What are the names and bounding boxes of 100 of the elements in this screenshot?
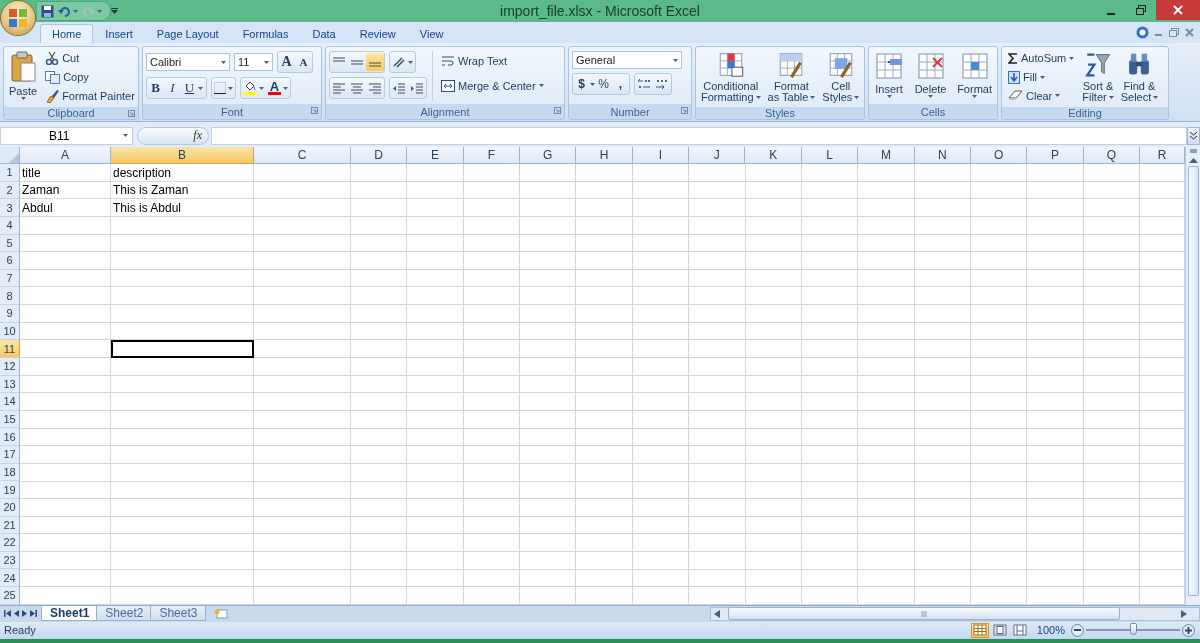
- number-format-dropdown[interactable]: General: [572, 51, 682, 69]
- column-header[interactable]: A: [19, 147, 111, 164]
- ribbon-tab[interactable]: Insert: [93, 24, 145, 43]
- column-header[interactable]: P: [1027, 147, 1084, 164]
- normal-view-button[interactable]: [970, 622, 989, 638]
- scroll-up-icon[interactable]: [1188, 157, 1198, 163]
- sheet-tab[interactable]: Sheet2: [96, 606, 153, 622]
- copy-button[interactable]: Copy: [42, 67, 138, 87]
- ribbon-tab[interactable]: Data: [300, 24, 348, 43]
- formula-input[interactable]: [211, 126, 1187, 145]
- column-header[interactable]: Q: [1083, 147, 1140, 164]
- clear-button[interactable]: Clear: [1005, 86, 1078, 105]
- grow-font-button[interactable]: A: [278, 53, 295, 71]
- cut-button[interactable]: Cut: [42, 49, 138, 68]
- ribbon-tab[interactable]: Home: [40, 24, 94, 43]
- fill-color-button[interactable]: [241, 79, 266, 97]
- shrink-font-button[interactable]: A: [295, 53, 312, 71]
- row-header[interactable]: 14: [0, 393, 20, 411]
- column-header[interactable]: D: [350, 147, 408, 164]
- column-header[interactable]: N: [914, 147, 971, 164]
- sheet-tab[interactable]: Sheet1: [41, 606, 99, 622]
- font-name-dropdown[interactable]: Calibri: [146, 53, 230, 71]
- cells-button[interactable]: Insert: [872, 49, 906, 102]
- office-button[interactable]: [1, 1, 35, 35]
- row-header[interactable]: 19: [0, 481, 20, 499]
- merge-center-button[interactable]: Merge & Center: [438, 76, 547, 95]
- table-cell[interactable]: This is Zaman: [111, 181, 254, 200]
- scroll-right-icon[interactable]: [1181, 609, 1187, 618]
- underline-button[interactable]: U: [181, 79, 198, 97]
- column-header[interactable]: G: [520, 147, 577, 164]
- column-header[interactable]: R: [1140, 147, 1185, 164]
- column-header[interactable]: C: [253, 147, 351, 164]
- expand-formula-button[interactable]: [1187, 126, 1200, 145]
- percent-button[interactable]: %: [595, 75, 612, 93]
- italic-button[interactable]: I: [164, 79, 181, 97]
- column-header[interactable]: J: [689, 147, 746, 164]
- ribbon-tab[interactable]: View: [407, 24, 456, 43]
- format-painter-button[interactable]: Format Painter: [42, 86, 138, 105]
- cells-button[interactable]: Delete: [912, 49, 949, 102]
- find-select-button[interactable]: Find & Select: [1118, 49, 1161, 105]
- column-header[interactable]: I: [632, 147, 690, 164]
- caret-icon: [1055, 94, 1061, 98]
- scroll-left-icon[interactable]: [714, 609, 720, 618]
- horizontal-scrollbar[interactable]: [710, 606, 1200, 621]
- previous-sheet-icon: [14, 610, 19, 618]
- zoom-out-button[interactable]: [1071, 623, 1084, 637]
- sheet-tab[interactable]: Sheet3: [150, 606, 207, 622]
- row-header[interactable]: 1: [0, 164, 20, 182]
- table-cell[interactable]: Zaman: [20, 181, 111, 200]
- fill-button[interactable]: Fill: [1005, 67, 1078, 87]
- table-cell[interactable]: title: [20, 164, 111, 182]
- bold-button[interactable]: B: [147, 79, 164, 97]
- table-cell[interactable]: description: [111, 164, 254, 182]
- name-box[interactable]: B11: [0, 126, 133, 145]
- ribbon-tab[interactable]: Formulas: [230, 24, 301, 43]
- styles-button[interactable]: Conditional Formatting: [699, 49, 763, 105]
- row-header[interactable]: 9: [0, 305, 20, 323]
- row-header[interactable]: 16: [0, 428, 20, 446]
- row-header[interactable]: 24: [0, 569, 20, 587]
- ribbon-tab[interactable]: Page Layout: [144, 24, 231, 43]
- zoom-level[interactable]: 100%: [1036, 624, 1065, 637]
- zoom-slider-thumb[interactable]: [1130, 623, 1137, 636]
- insert-function-button[interactable]: fx: [137, 126, 209, 145]
- cells-button[interactable]: Format: [955, 49, 994, 102]
- paste-button[interactable]: Paste: [7, 49, 40, 105]
- column-header[interactable]: F: [463, 147, 521, 164]
- page-break-view-button[interactable]: [1010, 622, 1029, 638]
- row-header[interactable]: 6: [0, 252, 20, 270]
- currency-button[interactable]: $: [573, 75, 590, 93]
- zoom-in-button[interactable]: [1182, 623, 1195, 637]
- font-size-dropdown[interactable]: 11: [234, 53, 273, 71]
- wrap-text-button[interactable]: Wrap Text: [438, 51, 547, 70]
- styles-button[interactable]: Format as Table: [765, 49, 818, 105]
- sort-filter-button[interactable]: Sort & Filter: [1080, 49, 1116, 105]
- row-header[interactable]: 17: [0, 446, 20, 464]
- table-cell[interactable]: Abdul: [20, 199, 111, 217]
- row-header[interactable]: 3: [0, 199, 20, 217]
- row-header[interactable]: 11: [0, 340, 20, 358]
- dialog-launcher-icon: [311, 107, 318, 114]
- row-header[interactable]: 22: [0, 534, 20, 552]
- column-header[interactable]: L: [801, 147, 859, 164]
- cell-cursor[interactable]: [111, 340, 254, 358]
- page-layout-view-button[interactable]: [990, 622, 1009, 638]
- comma-button[interactable]: ,: [612, 75, 629, 93]
- column-header[interactable]: B: [110, 147, 254, 164]
- align-bottom-button[interactable]: [366, 53, 384, 71]
- row-header[interactable]: 8: [0, 287, 20, 305]
- ribbon-tab[interactable]: Review: [347, 24, 408, 43]
- styles-button[interactable]: Cell Styles: [820, 49, 862, 105]
- column-header[interactable]: O: [970, 147, 1028, 164]
- column-header[interactable]: M: [858, 147, 915, 164]
- vertical-scrollbar[interactable]: [1185, 147, 1200, 605]
- column-header[interactable]: H: [576, 147, 633, 164]
- table-cell[interactable]: This is Abdul: [111, 199, 254, 217]
- autosum-button[interactable]: AutoSum: [1005, 49, 1078, 68]
- row-header[interactable]: 25: [0, 587, 20, 605]
- column-header[interactable]: K: [745, 147, 802, 164]
- borders-button[interactable]: [212, 79, 235, 97]
- close-button[interactable]: [1156, 0, 1200, 20]
- column-header[interactable]: E: [407, 147, 464, 164]
